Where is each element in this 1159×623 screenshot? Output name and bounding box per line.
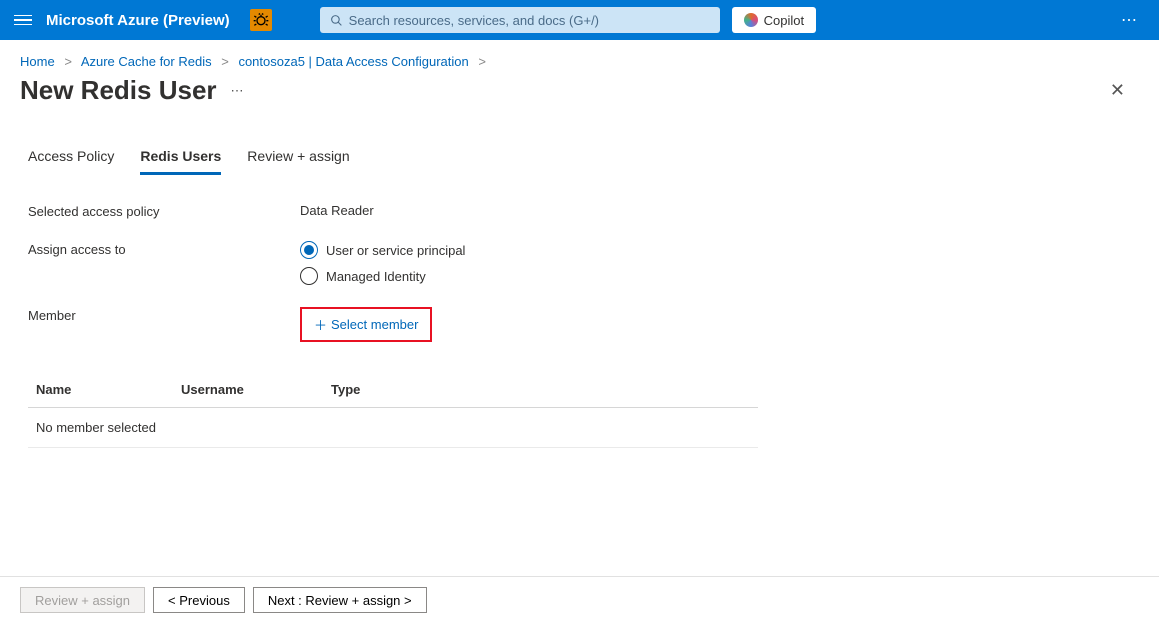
select-member-button[interactable]: ＋ Select member [306, 311, 426, 338]
plus-icon: ＋ [314, 315, 327, 334]
top-bar: Microsoft Azure (Preview) Search resourc… [0, 0, 1159, 40]
brand-title: Microsoft Azure (Preview) [46, 12, 230, 29]
table-row-empty: No member selected [28, 408, 758, 448]
label-selected-policy: Selected access policy [28, 203, 300, 219]
overflow-icon[interactable]: ⋯ [1121, 10, 1139, 30]
next-button[interactable]: Next : Review + assign > [253, 587, 427, 613]
col-type: Type [331, 382, 481, 397]
preview-bug-icon[interactable] [250, 9, 272, 31]
search-input[interactable]: Search resources, services, and docs (G+… [320, 7, 720, 33]
copilot-icon [744, 13, 758, 27]
crumb-home[interactable]: Home [20, 54, 55, 69]
form-area: Selected access policy Data Reader Assig… [0, 175, 1159, 364]
tab-access-policy[interactable]: Access Policy [28, 148, 114, 175]
review-assign-button: Review + assign [20, 587, 145, 613]
footer-bar: Review + assign < Previous Next : Review… [0, 576, 1159, 623]
copilot-button[interactable]: Copilot [732, 7, 816, 33]
search-placeholder: Search resources, services, and docs (G+… [349, 13, 599, 28]
label-member: Member [28, 307, 300, 323]
title-row: New Redis User ⋯ ✕ [0, 73, 1159, 106]
radio-icon [300, 241, 318, 259]
value-selected-policy: Data Reader [300, 203, 374, 218]
tab-review-assign[interactable]: Review + assign [247, 148, 349, 175]
crumb-service[interactable]: Azure Cache for Redis [81, 54, 212, 69]
tab-bar: Access Policy Redis Users Review + assig… [0, 106, 1159, 175]
chevron-right-icon: > [64, 54, 72, 69]
breadcrumb: Home > Azure Cache for Redis > contosoza… [0, 40, 1159, 73]
highlight-annotation: ＋ Select member [300, 307, 432, 342]
label-assign-to: Assign access to [28, 241, 300, 257]
chevron-right-icon: > [478, 54, 486, 69]
previous-button[interactable]: < Previous [153, 587, 245, 613]
menu-icon[interactable] [14, 15, 32, 26]
radio-user-principal[interactable]: User or service principal [300, 241, 465, 259]
search-icon [330, 14, 343, 27]
radio-managed-identity[interactable]: Managed Identity [300, 267, 465, 285]
col-username: Username [181, 382, 331, 397]
tab-redis-users[interactable]: Redis Users [140, 148, 221, 175]
member-table: Name Username Type No member selected [28, 372, 758, 448]
page-title: New Redis User [20, 75, 217, 106]
chevron-right-icon: > [221, 54, 229, 69]
title-more-icon[interactable]: ⋯ [231, 83, 244, 99]
crumb-resource[interactable]: contosoza5 | Data Access Configuration [238, 54, 468, 69]
radio-icon [300, 267, 318, 285]
close-icon[interactable]: ✕ [1110, 80, 1125, 101]
col-name: Name [36, 382, 181, 397]
